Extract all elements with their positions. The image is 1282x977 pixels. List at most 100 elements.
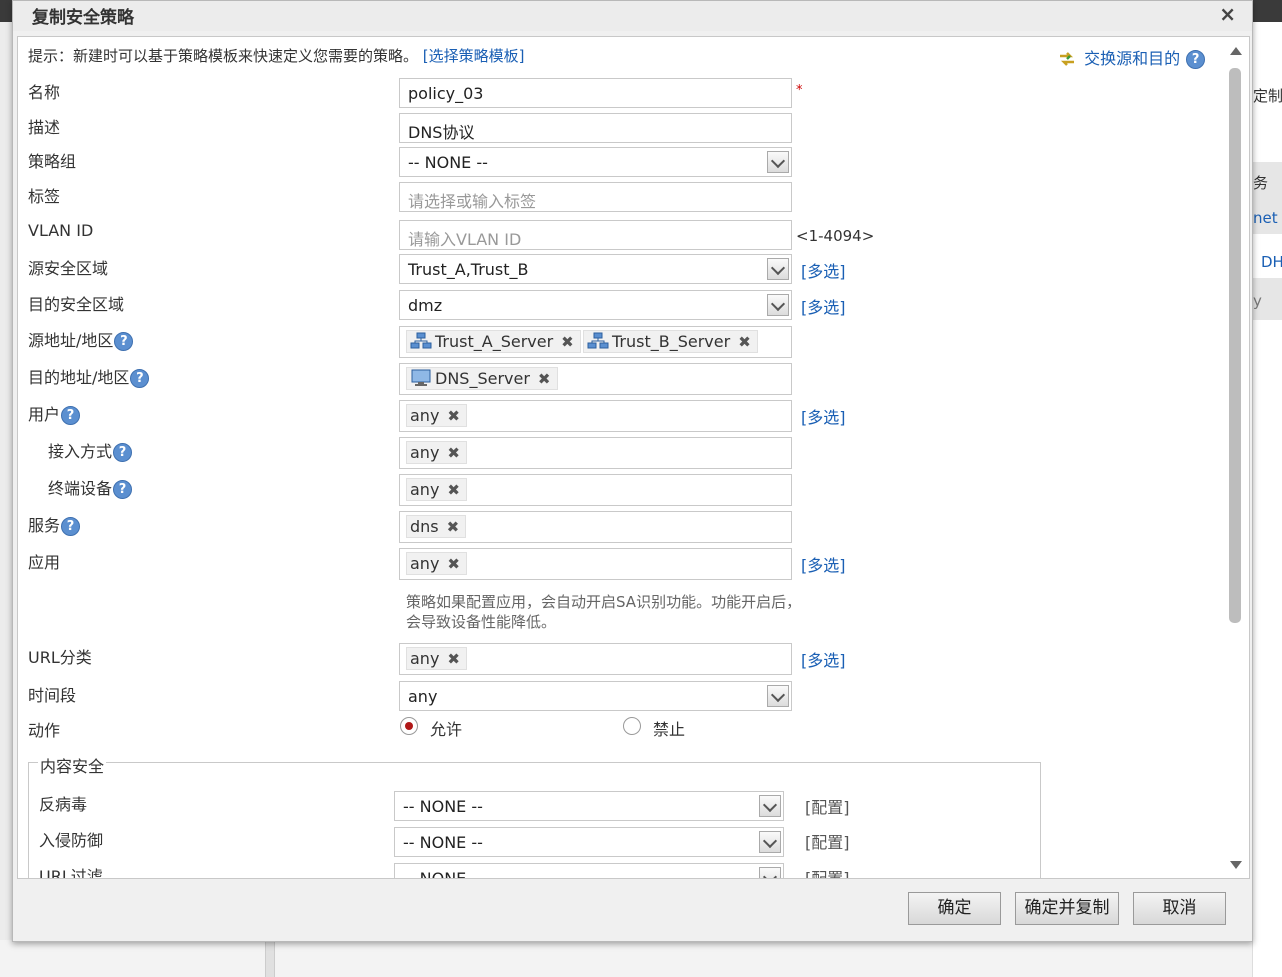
chevron-down-icon[interactable] [767,258,789,280]
copy-policy-dialog: 复制安全策略 × 提示：新建时可以基于策略模板来快速定义您需要的策略。 [选择策… [12,0,1253,942]
deny-radio[interactable] [623,717,641,735]
dst-zone-multi-link[interactable]: [多选] [801,294,846,318]
content-security-legend: 内容安全 [38,753,107,777]
dialog-title: 复制安全策略 [32,8,134,28]
remove-icon[interactable]: ✖ [447,555,460,573]
content-security-group: 内容安全 反病毒 -- NONE -- [配置] 入侵防御 -- NONE --… [28,753,1041,879]
cancel-button[interactable]: 取消 [1133,892,1226,925]
address-tag: Trust_B_Server ✖ [583,330,758,353]
help-icon[interactable]: ? [113,443,133,462]
help-icon[interactable]: ? [61,406,81,425]
background-fragment: y [1253,292,1262,310]
src-addr-label: 源地址/地区? [28,327,134,351]
application-note: 策略如果配置应用，会自动开启SA识别功能。功能开启后，会导致设备性能降低。 [406,593,802,631]
src-addr-input[interactable]: Trust_A_Server ✖ Trust_B_Server ✖ [399,326,792,358]
policy-group-value: -- NONE -- [408,153,488,172]
policy-group-label: 策略组 [28,152,77,171]
chevron-down-icon[interactable] [759,867,781,878]
src-zone-select[interactable]: Trust_A,Trust_B [399,254,792,284]
ok-button[interactable]: 确定 [908,892,1001,925]
select-template-link[interactable]: [选择策略模板] [423,47,525,65]
url-category-input[interactable]: any ✖ [399,643,792,675]
dst-zone-value: dmz [408,296,443,315]
dst-zone-select[interactable]: dmz [399,290,792,320]
address-tag: Trust_A_Server ✖ [406,330,581,353]
description-value: DNS协议 [408,123,475,142]
description-label: 描述 [28,118,61,137]
src-zone-value: Trust_A,Trust_B [408,260,529,279]
swap-row: 交换源和目的 ? [1058,45,1206,69]
chevron-down-icon[interactable] [767,685,789,707]
terminal-label: 终端设备? [48,475,133,499]
dialog-header: 复制安全策略 × [13,1,1252,31]
chevron-down-icon[interactable] [767,151,789,173]
scrollbar[interactable] [1228,45,1242,871]
scroll-up-icon[interactable] [1230,47,1242,55]
ips-label: 入侵防御 [39,831,104,850]
chevron-down-icon[interactable] [759,831,781,853]
user-label: 用户? [28,401,81,425]
help-icon[interactable]: ? [113,480,133,499]
vlan-label: VLAN ID [28,221,94,240]
vlan-input[interactable]: 请输入VLAN ID [399,220,792,250]
name-input[interactable]: policy_03 [399,78,792,108]
antivirus-select[interactable]: -- NONE -- [394,791,784,821]
remove-icon[interactable]: ✖ [738,333,751,351]
access-mode-input[interactable]: any ✖ [399,437,792,469]
remove-icon[interactable]: ✖ [447,481,460,499]
ips-config-link[interactable]: [配置] [805,829,850,853]
url-filter-select[interactable]: -- NONE -- [394,863,784,878]
remove-icon[interactable]: ✖ [447,650,460,668]
background-fragment: DH [1261,253,1282,271]
application-multi-link[interactable]: [多选] [801,552,846,576]
ok-and-copy-button[interactable]: 确定并复制 [1015,892,1119,925]
background-fragment: 定制 [1253,87,1282,105]
background-fragment: net [1253,209,1278,227]
tags-input[interactable]: 请选择或输入标签 [399,182,792,212]
address-tag: DNS_Server ✖ [406,367,558,390]
help-icon[interactable]: ? [130,369,150,388]
remove-icon[interactable]: ✖ [561,333,574,351]
remove-icon[interactable]: ✖ [447,444,460,462]
close-icon[interactable]: × [1219,2,1236,26]
help-icon[interactable]: ? [114,332,134,351]
src-zone-multi-link[interactable]: [多选] [801,258,846,282]
hint-row: 提示：新建时可以基于策略模板来快速定义您需要的策略。 [选择策略模板] [28,45,525,66]
vlan-placeholder: 请输入VLAN ID [408,230,522,249]
application-label: 应用 [28,553,61,572]
url-category-multi-link[interactable]: [多选] [801,647,846,671]
remove-icon[interactable]: ✖ [447,518,460,536]
service-input[interactable]: dns ✖ [399,511,792,543]
scroll-thumb[interactable] [1229,68,1241,623]
terminal-input[interactable]: any ✖ [399,474,792,506]
deny-label: 禁止 [653,720,686,739]
swap-src-dst-link[interactable]: 交换源和目的 [1084,49,1180,68]
allow-radio[interactable] [400,717,418,735]
policy-group-select[interactable]: -- NONE -- [399,147,792,177]
tags-placeholder: 请选择或输入标签 [408,192,537,211]
antivirus-config-link[interactable]: [配置] [805,794,850,818]
help-icon[interactable]: ? [61,517,81,536]
url-filter-label: URL过滤 [39,867,103,879]
description-input[interactable]: DNS协议 [399,113,792,143]
chevron-down-icon[interactable] [767,294,789,316]
monitor-icon [411,369,431,386]
remove-icon[interactable]: ✖ [538,370,551,388]
time-range-select[interactable]: any [399,681,792,711]
ips-select[interactable]: -- NONE -- [394,827,784,857]
url-filter-config-link[interactable]: [配置] [805,865,850,878]
user-input[interactable]: any ✖ [399,400,792,432]
dst-addr-input[interactable]: DNS_Server ✖ [399,363,792,395]
allow-label: 允许 [430,720,463,739]
remove-icon[interactable]: ✖ [447,407,460,425]
chevron-down-icon[interactable] [759,795,781,817]
time-range-value: any [408,687,438,706]
application-input[interactable]: any ✖ [399,548,792,580]
dialog-body: 提示：新建时可以基于策略模板来快速定义您需要的策略。 [选择策略模板] 交换源和… [17,36,1250,879]
network-icon [410,332,432,349]
user-multi-link[interactable]: [多选] [801,404,846,428]
access-mode-label: 接入方式? [48,438,133,462]
scroll-down-icon[interactable] [1230,861,1242,869]
help-icon[interactable]: ? [1186,50,1206,69]
background-fragment: 务 [1253,174,1269,192]
